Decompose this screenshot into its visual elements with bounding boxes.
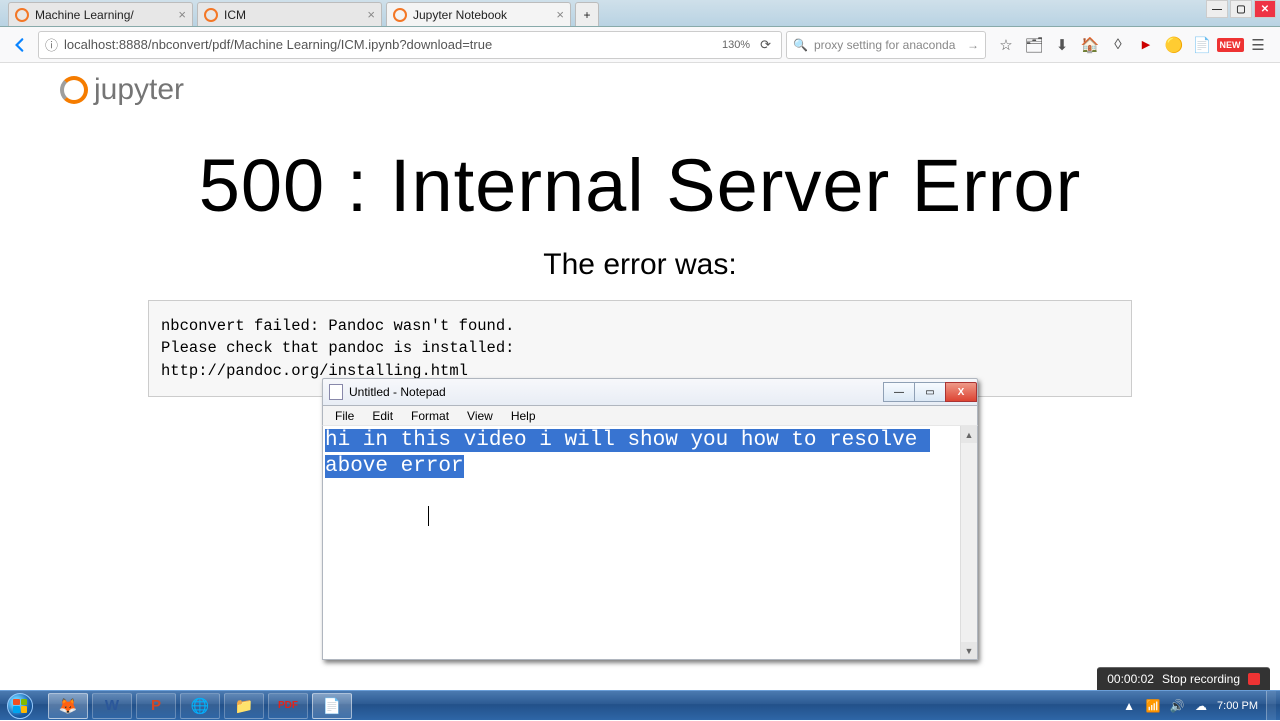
menu-view[interactable]: View	[459, 408, 501, 424]
close-button[interactable]: X	[945, 382, 977, 402]
taskbar-notepad[interactable]: 📄	[312, 693, 352, 719]
pdf-icon: PDF	[278, 700, 298, 711]
show-desktop-button[interactable]	[1266, 691, 1276, 721]
globe-icon: 🌐	[191, 697, 210, 715]
browser-navbar: ⓘ localhost:8888/nbconvert/pdf/Machine L…	[0, 27, 1280, 63]
error-heading: 500 : Internal Server Error	[60, 143, 1220, 228]
jupyter-swirl-icon	[60, 76, 88, 104]
tab-icm[interactable]: ICM ×	[197, 2, 382, 26]
notepad-menubar: File Edit Format View Help	[322, 406, 978, 426]
minimize-button[interactable]: —	[883, 382, 915, 402]
menu-icon[interactable]: ☰	[1248, 35, 1268, 55]
recorder-time: 00:00:02	[1107, 672, 1154, 686]
vertical-scrollbar[interactable]: ▲ ▼	[960, 426, 977, 659]
zoom-indicator[interactable]: 130%	[716, 39, 756, 51]
jupyter-favicon	[15, 8, 29, 22]
close-icon[interactable]: ×	[367, 7, 375, 22]
close-icon[interactable]: ×	[178, 7, 186, 22]
tab-machine-learning[interactable]: Machine Learning/ ×	[8, 2, 193, 26]
action-center-icon[interactable]: ☁	[1193, 698, 1209, 714]
pocket-icon[interactable]: ◊	[1108, 35, 1128, 55]
volume-icon[interactable]: 🔊	[1169, 698, 1185, 714]
close-icon[interactable]: ×	[556, 7, 564, 22]
library-icon[interactable]: 🗂	[1024, 35, 1044, 55]
taskbar-explorer[interactable]: 📁	[224, 693, 264, 719]
tab-label: Machine Learning/	[35, 8, 134, 22]
dropdown-icon[interactable]: →	[967, 38, 979, 52]
menu-edit[interactable]: Edit	[364, 408, 401, 424]
menu-help[interactable]: Help	[503, 408, 544, 424]
new-extension-icon[interactable]: NEW	[1220, 35, 1240, 55]
screen-recorder-widget[interactable]: 00:00:02 Stop recording	[1097, 667, 1270, 690]
tab-label: ICM	[224, 8, 246, 22]
scroll-up-icon[interactable]: ▲	[961, 426, 977, 443]
text-cursor	[428, 506, 429, 526]
taskbar-firefox[interactable]: 🦊	[48, 693, 88, 719]
browser-tabstrip: Machine Learning/ × ICM × Jupyter Notebo…	[0, 0, 1280, 27]
search-icon: 🔍	[793, 38, 808, 52]
window-controls: — ▢ ✕	[1204, 0, 1276, 18]
taskbar: 🦊 W P 🌐 📁 PDF 📄 ▲ 📶 🔊 ☁ 7:00 PM	[0, 690, 1280, 720]
jupyter-logo-text: jupyter	[94, 73, 184, 107]
notepad-title: Untitled - Notepad	[349, 385, 446, 399]
notepad-window[interactable]: Untitled - Notepad — ▭ X File Edit Forma…	[322, 378, 978, 660]
jupyter-favicon	[204, 8, 218, 22]
toolbar-icons: ☆ 🗂 ⬇ 🏠 ◊ ▶ 🟡 📄 NEW ☰	[990, 35, 1274, 55]
menu-file[interactable]: File	[327, 408, 362, 424]
extension-icon[interactable]: 🟡	[1164, 35, 1184, 55]
error-subheading: The error was:	[60, 248, 1220, 282]
jupyter-logo: jupyter	[60, 73, 1220, 107]
reload-icon[interactable]: ⟳	[756, 37, 775, 53]
taskbar-powerpoint[interactable]: P	[136, 693, 176, 719]
firefox-icon: 🦊	[59, 697, 78, 715]
windows-logo-icon	[7, 693, 33, 719]
url-bar[interactable]: ⓘ localhost:8888/nbconvert/pdf/Machine L…	[38, 31, 782, 59]
maximize-button[interactable]: ▭	[914, 382, 946, 402]
notepad-body: hi in this video i will show you how to …	[322, 426, 978, 660]
word-icon: W	[105, 697, 119, 714]
maximize-button[interactable]: ▢	[1230, 0, 1252, 18]
youtube-icon[interactable]: ▶	[1136, 35, 1156, 55]
info-icon[interactable]: ⓘ	[45, 35, 58, 54]
tab-jupyter-notebook[interactable]: Jupyter Notebook ×	[386, 2, 571, 26]
menu-format[interactable]: Format	[403, 408, 457, 424]
notepad-icon	[329, 384, 343, 400]
selected-text: hi in this video i will show you how to …	[325, 429, 930, 478]
tab-label: Jupyter Notebook	[413, 8, 507, 22]
taskbar-app[interactable]: 🌐	[180, 693, 220, 719]
taskbar-word[interactable]: W	[92, 693, 132, 719]
minimize-button[interactable]: —	[1206, 0, 1228, 18]
tray-expand-icon[interactable]: ▲	[1121, 698, 1137, 714]
system-tray: ▲ 📶 🔊 ☁ 7:00 PM	[1121, 691, 1280, 721]
clock[interactable]: 7:00 PM	[1217, 700, 1258, 712]
scroll-down-icon[interactable]: ▼	[961, 642, 977, 659]
jupyter-favicon	[393, 8, 407, 22]
notepad-icon: 📄	[323, 697, 342, 715]
powerpoint-icon: P	[151, 697, 161, 714]
close-button[interactable]: ✕	[1254, 0, 1276, 18]
home-icon[interactable]: 🏠	[1080, 35, 1100, 55]
bookmark-icon[interactable]: ☆	[996, 35, 1016, 55]
extension-icon-2[interactable]: 📄	[1192, 35, 1212, 55]
new-tab-button[interactable]: +	[575, 2, 599, 26]
network-icon[interactable]: 📶	[1145, 698, 1161, 714]
start-button[interactable]	[0, 691, 40, 721]
taskbar-pdf[interactable]: PDF	[268, 693, 308, 719]
back-button[interactable]	[6, 31, 34, 59]
page-content: jupyter 500 : Internal Server Error The …	[0, 63, 1280, 397]
stop-record-icon[interactable]	[1248, 673, 1260, 685]
search-text: proxy setting for anaconda	[814, 38, 967, 52]
url-text: localhost:8888/nbconvert/pdf/Machine Lea…	[64, 37, 492, 52]
notepad-text-area[interactable]: hi in this video i will show you how to …	[323, 426, 960, 659]
notepad-titlebar[interactable]: Untitled - Notepad — ▭ X	[322, 378, 978, 406]
notepad-window-controls: — ▭ X	[884, 382, 977, 402]
recorder-label: Stop recording	[1162, 672, 1240, 686]
search-bar[interactable]: 🔍 proxy setting for anaconda →	[786, 31, 986, 59]
folder-icon: 📁	[235, 697, 254, 715]
download-icon[interactable]: ⬇	[1052, 35, 1072, 55]
